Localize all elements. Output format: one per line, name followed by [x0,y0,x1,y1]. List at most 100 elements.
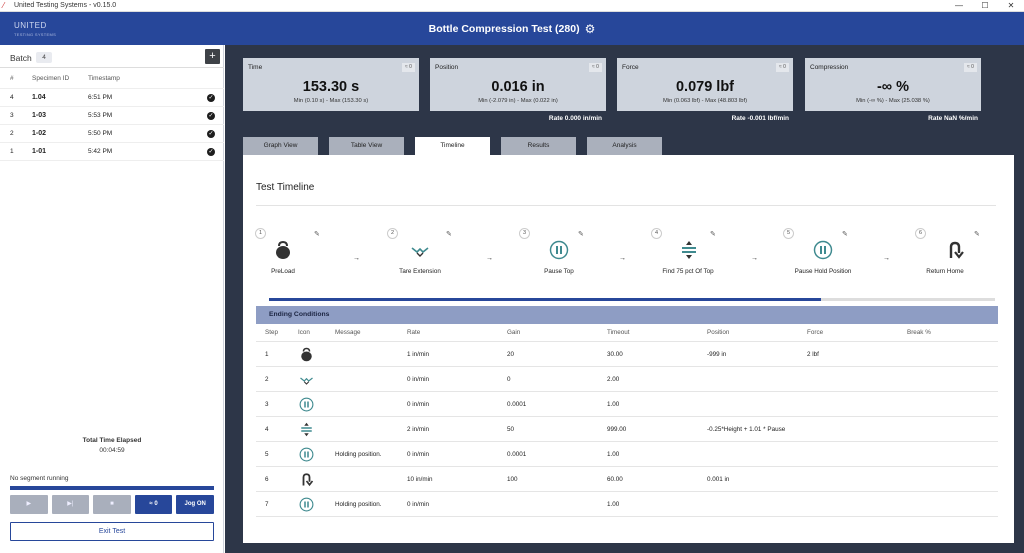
card-label: Compression [810,64,849,71]
batch-count-badge: 4 [36,52,52,63]
ending-conditions-header: Ending Conditions [256,306,998,324]
tab-table-view[interactable]: Table View [329,137,404,155]
specimen-time: 5:42 PM [88,148,113,155]
specimen-table-header: # Specimen ID Timestamp [0,69,224,89]
edit-icon[interactable]: ✎ [974,230,980,238]
pause-icon [299,397,314,412]
card-value: -∞ % [876,79,910,95]
specimen-row[interactable]: 4 1.04 6:51 PM ✓ [0,89,224,107]
tab-results[interactable]: Results [501,137,576,155]
cell-gain: 20 [507,351,515,358]
col-rate: Rate [407,329,421,336]
edit-icon[interactable]: ✎ [314,230,320,238]
step-number: 4 [651,228,662,239]
card-value: 0.016 in [491,79,545,95]
compression-rate: Rate NaN %/min [928,115,978,122]
col-timestamp: Timestamp [88,75,120,82]
tab-graph-view[interactable]: Graph View [243,137,318,155]
close-button[interactable]: ✕ [998,0,1024,12]
zero-button[interactable]: ≈ 0 [776,63,789,72]
add-specimen-button[interactable]: + [205,49,220,64]
minimize-button[interactable]: — [946,0,972,12]
gear-icon[interactable]: ⚙ [585,23,596,35]
return-icon [949,241,964,259]
cell-message: Holding position. [335,451,382,458]
ending-condition-row[interactable]: 7 Holding position. 0 in/min 1.00 [256,492,998,517]
specimen-row[interactable]: 1 1-01 5:42 PM ✓ [0,143,224,161]
logo-main: UNITED [14,21,47,30]
cell-step: 6 [265,476,269,483]
logo: UNITED TESTING SYSTEMS [14,21,56,39]
zero-button[interactable]: ≈ 0 [589,63,602,72]
cell-timeout: 1.00 [607,501,620,508]
compression-card: Compression ≈ 0 -∞ % Min (-∞ %) - Max (2… [805,58,981,111]
tab-analysis[interactable]: Analysis [587,137,662,155]
maximize-button[interactable]: ☐ [972,0,998,12]
step-name: PreLoad [271,268,295,275]
position-rate: Rate 0.000 in/min [548,115,602,122]
cell-rate: 1 in/min [407,351,430,358]
ending-condition-row[interactable]: 6 10 in/min 100 60.00 0.001 in [256,467,998,492]
stop-button[interactable]: ■ [93,495,131,514]
specimen-num: 3 [10,112,14,119]
timeline-title: Test Timeline [256,182,315,193]
zero-button[interactable]: ≈ 0 [964,63,977,72]
play-button[interactable]: ▶ [10,495,48,514]
test-title: Bottle Compression Test (280) [428,22,580,35]
cell-gain: 0.0001 [507,451,527,458]
tab-timeline[interactable]: Timeline [415,137,490,157]
zero-button[interactable]: ≈ 0 [134,495,173,514]
cell-step: 4 [265,426,269,433]
exit-test-button[interactable]: Exit Test [10,522,214,541]
window-titlebar: ⁄ United Testing Systems - v0.15.0 — ☐ ✕ [0,0,1024,12]
time-card: Time ≈ 0 153.30 s Min (0.10 s) - Max (15… [243,58,419,111]
col-icon: Icon [298,329,310,336]
specimen-time: 5:53 PM [88,112,113,119]
cell-rate: 0 in/min [407,501,430,508]
cell-step: 3 [265,401,269,408]
specimen-num: 4 [10,94,14,101]
step-name: Find 75 pct Of Top [662,268,714,275]
timeline-step[interactable]: 6 ✎ Return Home [915,228,1001,288]
step-number: 6 [915,228,926,239]
specimen-row[interactable]: 2 1-02 5:50 PM ✓ [0,125,224,143]
edit-icon[interactable]: ✎ [710,230,716,238]
timeline-panel: Test Timeline 1 ✎ PreLoad → 2 ✎ Tare Ext… [243,155,1014,543]
specimen-table: # Specimen ID Timestamp 4 1.04 6:51 PM ✓… [0,69,224,161]
card-value: 153.30 s [302,79,360,95]
arrow-right-icon: → [353,255,360,262]
next-segment-button[interactable]: ▶| [51,495,90,514]
col-force: Force [807,329,824,336]
ending-conditions-table: Step Icon Message Rate Gain Timeout Posi… [256,324,998,517]
step-name: Tare Extension [399,268,441,275]
step-name: Pause Hold Position [794,268,852,275]
arrow-right-icon: → [751,255,758,262]
step-number: 2 [387,228,398,239]
elapsed-time: Total Time Elapsed 00:04:59 [0,437,224,454]
ending-condition-row[interactable]: 3 0 in/min 0.0001 1.00 [256,392,998,417]
specimen-num: 2 [10,130,14,137]
batch-header: Batch 4 + [0,45,224,68]
step-name: Pause Top [544,268,574,275]
ending-condition-row[interactable]: 5 Holding position. 0 in/min 0.0001 1.00 [256,442,998,467]
zero-button[interactable]: ≈ 0 [402,63,415,72]
find-icon [301,422,312,437]
ending-condition-row[interactable]: 2 0 in/min 0 2.00 [256,367,998,392]
kettlebell-icon [301,347,312,362]
arrow-right-icon: → [619,255,626,262]
cell-timeout: 999.00 [607,426,627,433]
check-circle-icon: ✓ [207,93,215,102]
edit-icon[interactable]: ✎ [446,230,452,238]
col-position: Position [707,329,730,336]
ending-condition-row[interactable]: 4 2 in/min 50 999.00 -0.25*Height + 1.01 * P… [256,417,998,442]
col-message: Message [335,329,361,336]
find-icon [682,241,696,259]
check-circle-icon: ✓ [207,129,215,138]
edit-icon[interactable]: ✎ [842,230,848,238]
specimen-row[interactable]: 3 1-03 5:53 PM ✓ [0,107,224,125]
ending-condition-row[interactable]: 1 1 in/min 20 30.00 -999 in 2 lbf [256,342,998,367]
specimen-time: 6:51 PM [88,94,113,101]
edit-icon[interactable]: ✎ [578,230,584,238]
jog-button[interactable]: Jog ON [176,495,214,514]
tare-icon [411,247,429,257]
